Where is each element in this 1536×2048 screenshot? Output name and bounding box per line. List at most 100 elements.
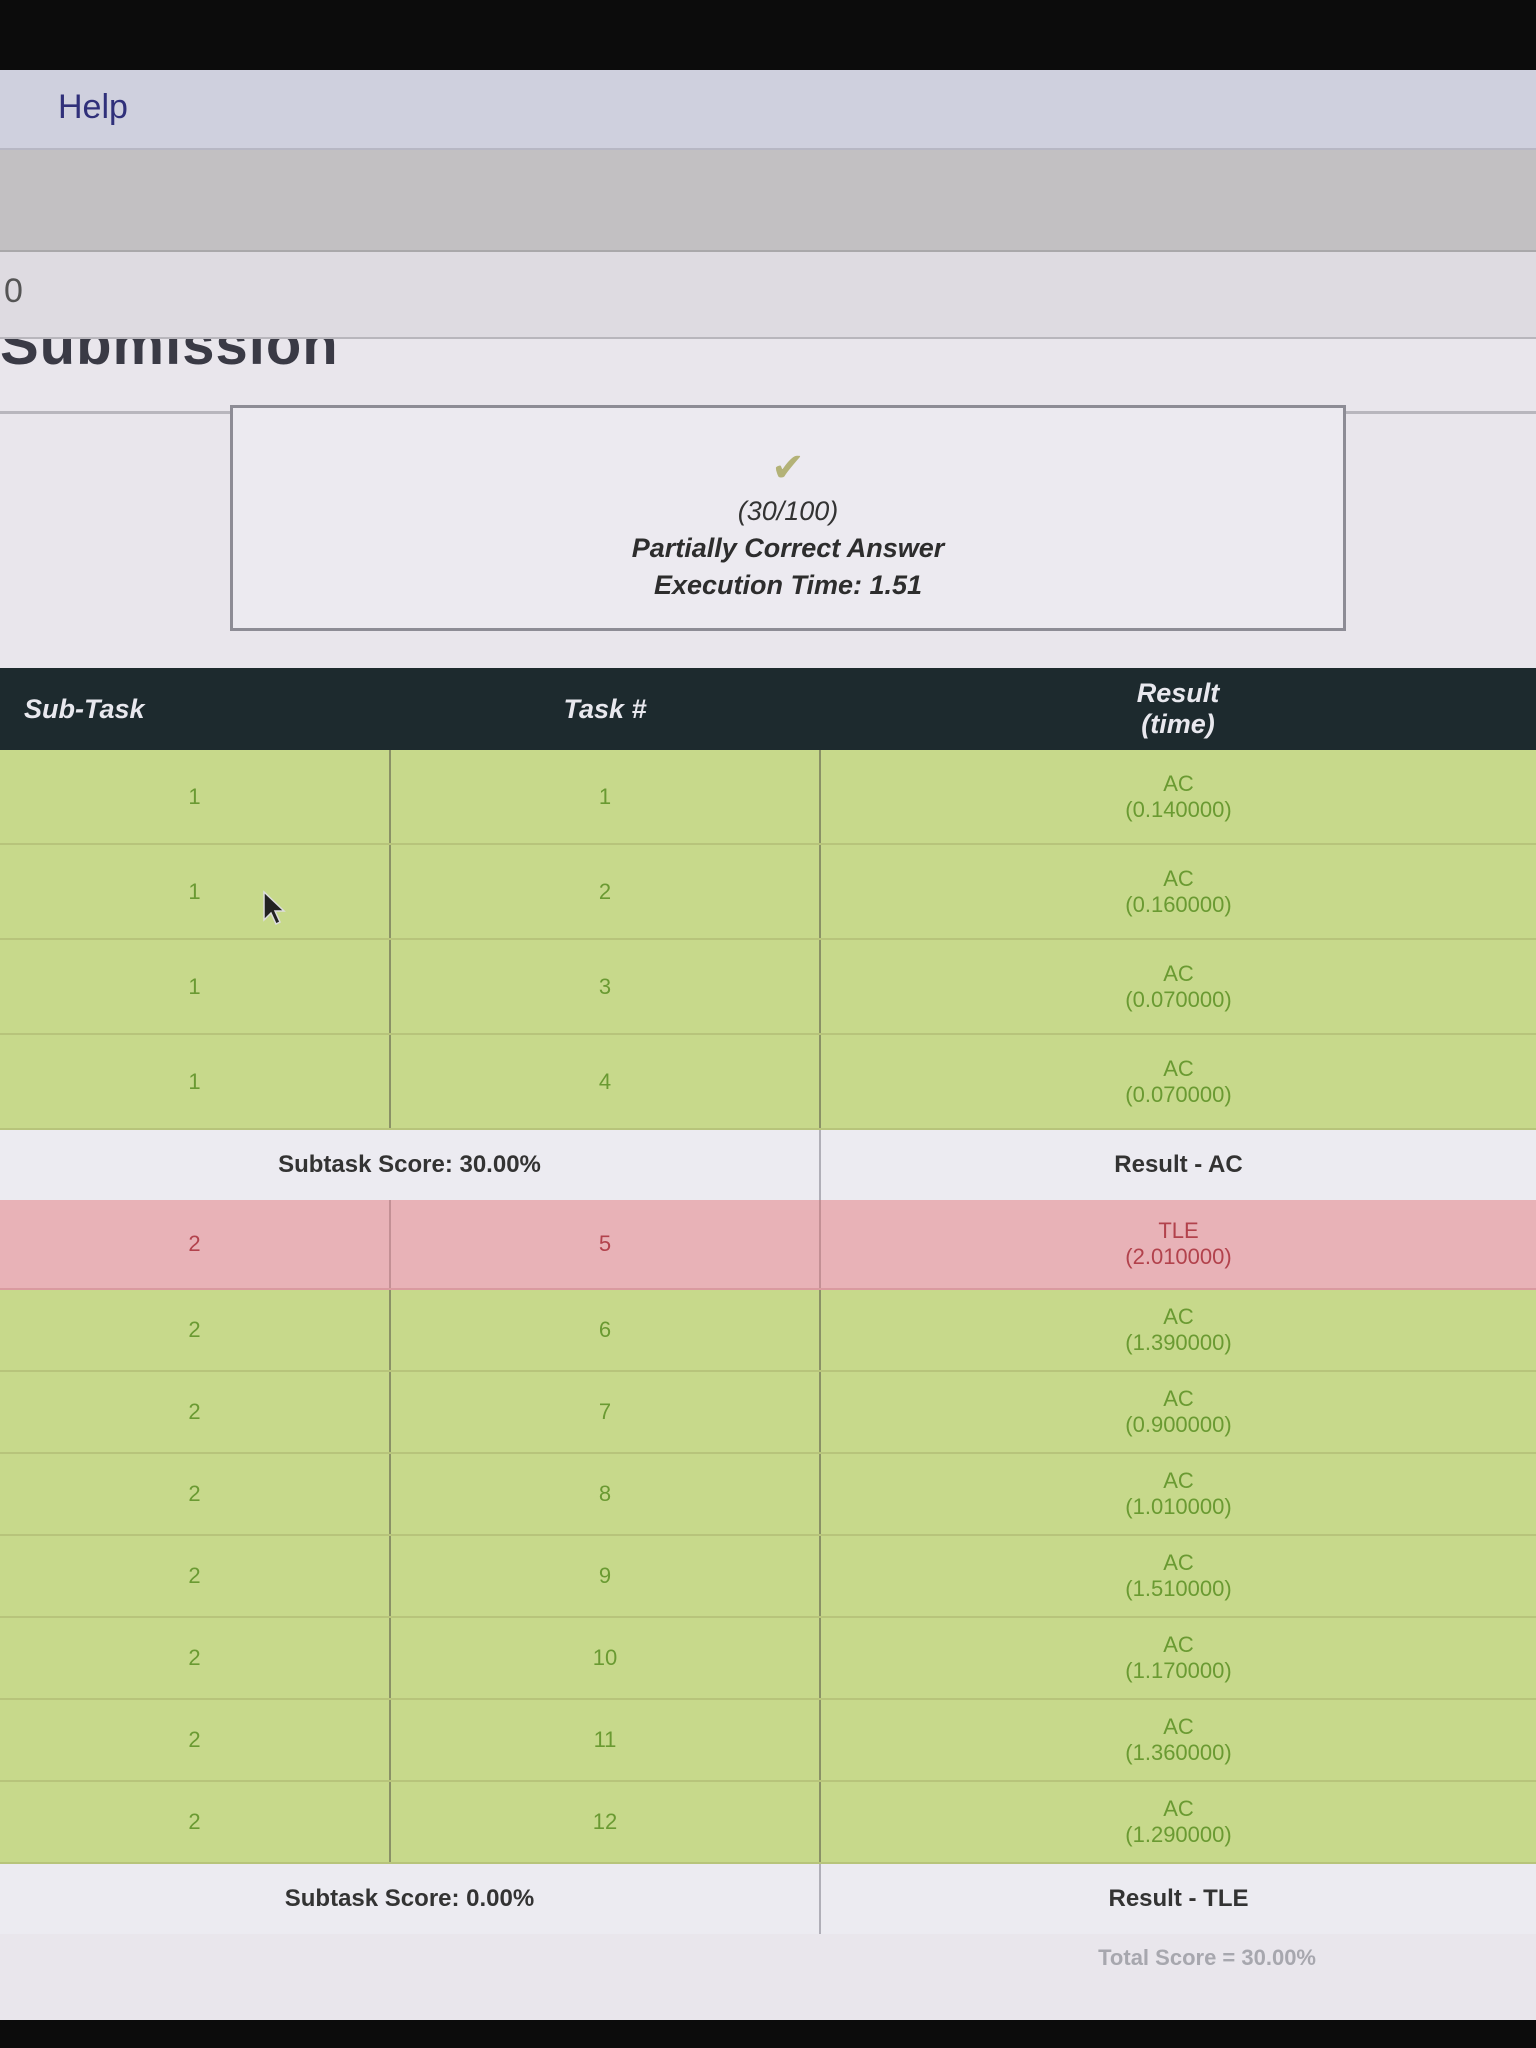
result-time: (1.010000) (1125, 1494, 1232, 1519)
cell-task: 8 (389, 1453, 820, 1536)
cell-subtask: 2 (0, 1617, 390, 1700)
result-time: (1.170000) (1125, 1658, 1232, 1683)
subtask-score: Subtask Score: 0.00% (0, 1863, 820, 1934)
cell-result: AC (1.510000) (819, 1535, 1536, 1618)
cell-result: AC (1.170000) (819, 1617, 1536, 1700)
header-subtask: Sub-Task (0, 668, 390, 750)
screen: Help 0 Submission ✔ (30/100) Partially C… (0, 0, 1536, 2048)
cell-result: AC (1.010000) (819, 1453, 1536, 1536)
result-time: (0.070000) (1125, 986, 1232, 1012)
result-verdict: AC (1163, 1550, 1194, 1575)
subtask-summary-row: Subtask Score: 30.00% Result - AC (0, 1129, 1536, 1200)
cell-result: AC (0.070000) (819, 939, 1536, 1035)
address-text: 0 (4, 272, 23, 310)
cell-task: 10 (389, 1617, 820, 1700)
result-verdict: AC (1163, 770, 1194, 796)
verdict-status: Partially Correct Answer (631, 533, 945, 563)
cell-task: 12 (389, 1781, 820, 1864)
cell-task: 9 (389, 1535, 820, 1618)
result-verdict: AC (1163, 1714, 1194, 1739)
result-verdict: AC (1163, 1386, 1194, 1411)
cell-subtask: 1 (0, 939, 390, 1035)
cell-result: AC (0.140000) (819, 750, 1536, 845)
check-icon: ✔ (771, 446, 805, 490)
result-time: (0.160000) (1125, 891, 1232, 917)
result-time: (0.070000) (1125, 1081, 1232, 1107)
table-row: 1 2 AC (0.160000) (0, 844, 1536, 940)
cell-subtask: 1 (0, 1034, 390, 1130)
header-result-time: (time) (1141, 709, 1215, 739)
subtask-result: Result - TLE (819, 1863, 1536, 1934)
table-row: 2 5 TLE (2.010000) (0, 1200, 1536, 1290)
result-time: (1.510000) (1125, 1576, 1232, 1601)
cell-task: 4 (389, 1034, 820, 1130)
result-time: (1.390000) (1125, 1330, 1232, 1355)
cell-subtask: 2 (0, 1535, 390, 1618)
cell-subtask: 2 (0, 1200, 390, 1290)
table-row: 2 8 AC (1.010000) (0, 1453, 1536, 1536)
table-row: 2 11 AC (1.360000) (0, 1699, 1536, 1782)
cell-subtask: 2 (0, 1371, 390, 1454)
table-row: 2 10 AC (1.170000) (0, 1617, 1536, 1700)
table-row: 2 7 AC (0.900000) (0, 1371, 1536, 1454)
result-time: (1.360000) (1125, 1740, 1232, 1765)
result-verdict: AC (1163, 1468, 1194, 1493)
cell-task: 11 (389, 1699, 820, 1782)
cell-result: AC (0.070000) (819, 1034, 1536, 1130)
verdict-score: (30/100) (737, 496, 839, 526)
cell-result: AC (1.390000) (819, 1289, 1536, 1372)
cell-task: 5 (389, 1200, 820, 1290)
result-verdict: AC (1163, 960, 1194, 986)
result-verdict: AC (1163, 1632, 1194, 1657)
result-verdict: TLE (1158, 1218, 1199, 1243)
total-score: Total Score = 30.00% (1098, 1945, 1316, 1970)
cell-result: AC (0.900000) (819, 1371, 1536, 1454)
subtask-score: Subtask Score: 30.00% (0, 1129, 820, 1200)
header-task: Task # (390, 668, 820, 750)
subtask-result: Result - AC (819, 1129, 1536, 1200)
table-row: 1 3 AC (0.070000) (0, 939, 1536, 1035)
cell-result: TLE (2.010000) (819, 1200, 1536, 1290)
mouse-cursor-icon (263, 890, 286, 926)
header-result: Result (time) (820, 668, 1536, 750)
cell-subtask: 2 (0, 1453, 390, 1536)
address-bar[interactable]: 0 (0, 252, 1536, 339)
result-verdict: AC (1163, 1304, 1194, 1329)
cell-subtask: 2 (0, 1699, 390, 1782)
result-verdict: AC (1163, 1055, 1194, 1081)
cell-result: AC (1.290000) (819, 1781, 1536, 1864)
table-row: 2 9 AC (1.510000) (0, 1535, 1536, 1618)
menu-bar: Help (0, 70, 1536, 150)
cell-subtask: 2 (0, 1781, 390, 1864)
table-header: Sub-Task Task # Result (time) (0, 668, 1536, 750)
result-time: (1.290000) (1125, 1822, 1232, 1847)
result-time: (2.010000) (1125, 1244, 1232, 1269)
cell-result: AC (1.360000) (819, 1699, 1536, 1782)
cell-task: 1 (389, 750, 820, 845)
result-verdict: AC (1163, 865, 1194, 891)
table-row: 1 4 AC (0.070000) (0, 1034, 1536, 1130)
heading-strip: Submission (0, 339, 1536, 414)
cell-task: 2 (389, 844, 820, 940)
result-verdict: AC (1163, 1796, 1194, 1821)
verdict-execution-time: Execution Time: 1.51 (653, 570, 923, 600)
browser-toolbar (0, 150, 1536, 252)
results-table: Sub-Task Task # Result (time) 1 1 AC (0.1… (0, 668, 1536, 1934)
cell-task: 6 (389, 1289, 820, 1372)
cell-task: 7 (389, 1371, 820, 1454)
header-result-label: Result (1136, 678, 1220, 708)
cell-subtask: 1 (0, 750, 390, 845)
page-title: Submission (0, 339, 339, 377)
subtask-summary-row: Subtask Score: 0.00% Result - TLE (0, 1863, 1536, 1934)
cell-result: AC (0.160000) (819, 844, 1536, 940)
verdict-box: ✔ (30/100) Partially Correct Answer Exec… (230, 405, 1346, 631)
cell-task: 3 (389, 939, 820, 1035)
result-time: (0.900000) (1125, 1412, 1232, 1437)
table-row: 2 12 AC (1.290000) (0, 1781, 1536, 1864)
result-time: (0.140000) (1125, 796, 1232, 822)
cell-subtask: 2 (0, 1289, 390, 1372)
table-row: 2 6 AC (1.390000) (0, 1289, 1536, 1372)
table-row: 1 1 AC (0.140000) (0, 750, 1536, 845)
menu-item-help[interactable]: Help (58, 88, 128, 127)
cell-subtask: 1 (0, 844, 390, 940)
